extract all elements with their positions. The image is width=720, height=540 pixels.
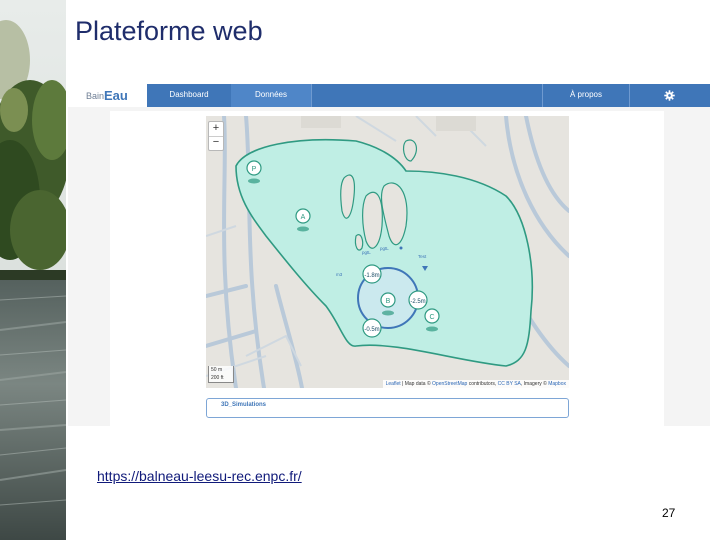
- svg-text:-2.5m: -2.5m: [410, 299, 425, 305]
- nav-dashboard[interactable]: Dashboard: [147, 84, 232, 107]
- nav-donnees[interactable]: Données: [231, 84, 312, 107]
- osm-link[interactable]: OpenStreetMap: [432, 381, 467, 387]
- map-label: pgtL: [362, 250, 371, 255]
- zoom-in-button[interactable]: +: [209, 122, 223, 137]
- map-attribution: Leaflet | Map data © OpenStreetMap contr…: [382, 380, 569, 388]
- mapbox-link[interactable]: Mapbox: [548, 381, 566, 387]
- map-label: Test: [418, 254, 427, 259]
- settings-button[interactable]: [628, 84, 710, 107]
- page-number: 27: [662, 506, 676, 520]
- brand-logo[interactable]: Bain Eau: [68, 84, 147, 107]
- map-scale: 50 m 200 ft: [208, 366, 234, 383]
- dot-marker-icon[interactable]: [399, 246, 403, 250]
- marker-a[interactable]: A: [295, 208, 311, 232]
- nav-apropos[interactable]: À propos: [542, 84, 630, 107]
- brand-name: Eau: [104, 88, 128, 103]
- leaflet-link[interactable]: Leaflet: [386, 381, 401, 387]
- license-link[interactable]: CC BY SA: [498, 381, 521, 387]
- simulations-label: 3D_Simulations: [221, 402, 267, 408]
- background-photo: [0, 0, 66, 540]
- brand-prefix: Bain: [86, 90, 105, 101]
- map-canvas[interactable]: P A B C -1.8m -2.5m -0.5m pgtL pgtL Test…: [206, 116, 569, 388]
- simulations-dropdown[interactable]: 3D_Simulations: [206, 398, 569, 418]
- svg-text:B: B: [386, 298, 391, 305]
- svg-text:P: P: [252, 166, 257, 173]
- platform-url-link[interactable]: https://balneau-leesu-rec.enpc.fr/: [97, 468, 302, 484]
- zoom-out-button[interactable]: −: [209, 136, 223, 150]
- navbar: Bain Eau Dashboard Données À propos: [68, 84, 710, 107]
- lake-photo-image: [0, 0, 66, 540]
- scale-metric: 50 m: [211, 367, 223, 373]
- marker-b[interactable]: B: [380, 292, 396, 316]
- map-view[interactable]: P A B C -1.8m -2.5m -0.5m pgtL pgtL Test…: [206, 116, 569, 388]
- zoom-control: + −: [208, 121, 224, 151]
- marker-p[interactable]: P: [246, 160, 262, 184]
- svg-text:-0.5m: -0.5m: [364, 327, 379, 333]
- map-label: pgtL: [380, 246, 389, 251]
- slide-title: Plateforme web: [75, 16, 263, 46]
- map-label: m3: [336, 272, 343, 277]
- gear-icon: [663, 90, 675, 101]
- svg-text:A: A: [301, 214, 306, 221]
- depth-marker-1[interactable]: -1.8m: [362, 264, 382, 284]
- app-screenshot: Bain Eau Dashboard Données À propos P A …: [68, 84, 710, 426]
- svg-text:C: C: [429, 314, 434, 321]
- depth-marker-3[interactable]: -0.5m: [362, 318, 382, 338]
- scale-imperial: 200 ft: [211, 375, 224, 381]
- svg-text:-1.8m: -1.8m: [364, 273, 379, 279]
- marker-c[interactable]: C: [424, 308, 440, 332]
- depth-marker-2[interactable]: -2.5m: [408, 290, 428, 310]
